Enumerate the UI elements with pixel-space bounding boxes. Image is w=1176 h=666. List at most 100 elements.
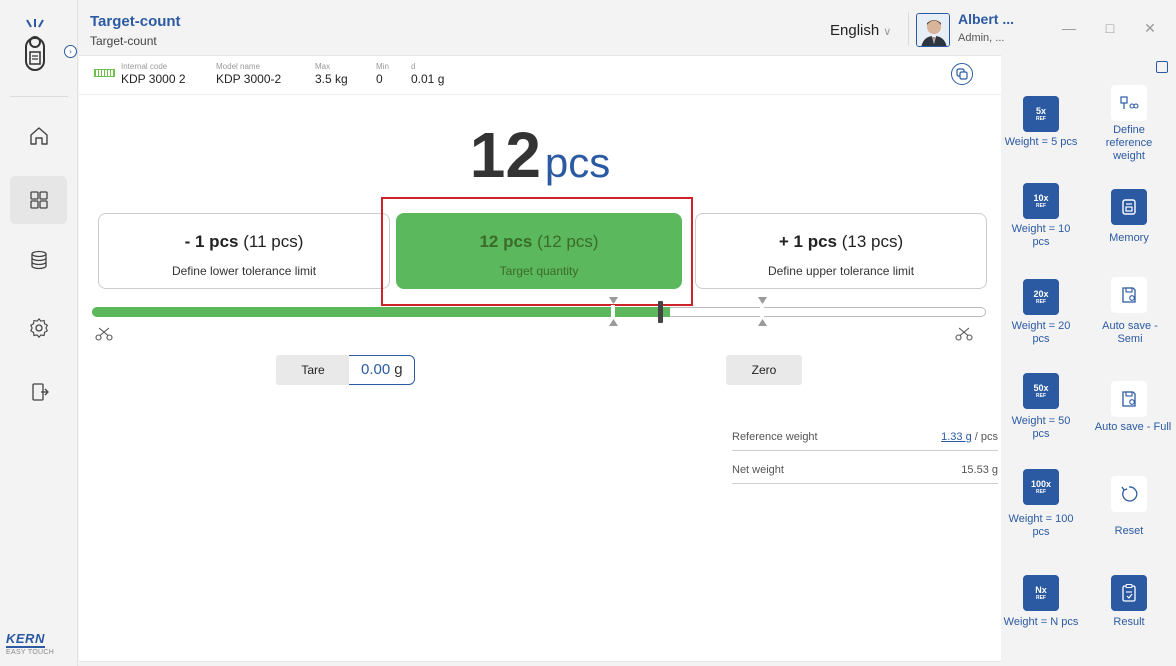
max-info: Max 3.5 kg: [315, 62, 348, 86]
d-value: 0.01 g: [411, 72, 445, 86]
define-reference-weight-button[interactable]: [1111, 85, 1147, 121]
lower-tolerance-count: (11 pcs): [243, 232, 304, 251]
zero-button[interactable]: Zero: [726, 355, 802, 385]
auto-save-full-button[interactable]: [1111, 381, 1147, 417]
tare-button[interactable]: Tare: [276, 355, 350, 385]
nav-apps[interactable]: [10, 176, 67, 224]
lower-tolerance-value: - 1 pcs: [184, 232, 239, 251]
max-value: 3.5 kg: [315, 72, 348, 86]
lower-tolerance-label: Define lower tolerance limit: [171, 264, 317, 278]
tare-input[interactable]: 0.00 g: [349, 355, 415, 385]
weight-10-pcs-button[interactable]: 10x REF: [1023, 183, 1059, 219]
net-weight-value-wrap: 15.53 g: [961, 464, 998, 476]
define-reference-weight-label: Define reference weight: [1105, 124, 1153, 162]
weight-n-pcs-label: Weight = N pcs: [1003, 616, 1079, 628]
reset-button[interactable]: [1111, 476, 1147, 512]
lower-limit-notch: [611, 305, 615, 319]
upper-tolerance-value: + 1 pcs: [778, 232, 837, 251]
maximize-button[interactable]: □: [1100, 20, 1120, 36]
weight-5-pcs-button[interactable]: 5x REF: [1023, 96, 1059, 132]
net-weight-row: Net weight 15.53 g: [732, 454, 998, 484]
reset-icon: [1121, 486, 1138, 502]
expand-sidebar-button[interactable]: ›: [64, 45, 77, 58]
reset-label: Reset: [1114, 525, 1144, 537]
nav-exit[interactable]: [10, 368, 67, 416]
auto-save-full-icon: [1122, 391, 1136, 407]
ref-label: REF: [1036, 488, 1046, 495]
ref-label: REF: [1035, 594, 1046, 601]
copy-icon: [956, 68, 968, 80]
ref-50x-badge: 50x: [1033, 382, 1049, 393]
upper-limit-marker-top: [758, 297, 767, 304]
weight-20-pcs-label: Weight = 20 pcs: [1011, 320, 1071, 345]
brand-name: KERN: [6, 631, 45, 648]
user-photo-icon: [917, 14, 949, 46]
close-button[interactable]: ✕: [1140, 20, 1160, 37]
ref-label: REF: [1036, 202, 1046, 209]
kern-logo-icon: [25, 19, 45, 71]
internal-code-value: KDP 3000 2: [121, 72, 186, 86]
auto-save-semi-label: Auto save - Semi: [1102, 320, 1158, 345]
net-weight-unit: g: [991, 464, 998, 476]
reference-weight-value-wrap[interactable]: 1.33 g / pcs: [941, 431, 998, 443]
weight-n-pcs-button[interactable]: Nx REF: [1023, 575, 1059, 611]
nav-settings[interactable]: [10, 304, 67, 352]
upper-tolerance-count: (13 pcs): [841, 232, 904, 251]
weight-50-pcs-label: Weight = 50 pcs: [1011, 415, 1071, 440]
brand-logo: KERN EASY TOUCH: [6, 630, 68, 656]
max-label: Max: [315, 62, 331, 71]
ref-100x-badge: 100x: [1030, 478, 1052, 489]
model-value: KDP 3000-2: [216, 72, 282, 86]
tare-unit: g: [394, 361, 403, 378]
reference-weight-value[interactable]: 1.33 g: [941, 431, 972, 443]
lower-tolerance-card[interactable]: - 1 pcs (11 pcs) Define lower tolerance …: [98, 213, 390, 289]
reference-weight-suffix: / pcs: [974, 431, 998, 443]
model-label: Model name: [216, 62, 261, 71]
nav-home[interactable]: [10, 112, 67, 160]
avatar[interactable]: [916, 13, 950, 47]
tolerance-bar-fill: [92, 307, 670, 317]
internal-code-info: Internal code KDP 3000 2: [121, 62, 186, 86]
auto-save-semi-icon: [1122, 287, 1136, 303]
net-weight-value: 15.53: [961, 464, 989, 476]
page-subtitle: Target-count: [90, 34, 157, 48]
weight-5-pcs-label: Weight = 5 pcs: [1004, 136, 1078, 148]
ref-label: REF: [1035, 115, 1046, 122]
weight-20-pcs-button[interactable]: 20x REF: [1023, 279, 1059, 315]
auto-save-full-label: Auto save - Full: [1094, 421, 1172, 433]
piece-count-value: 12: [469, 119, 541, 191]
highlight-box: [381, 197, 693, 306]
expand-panel-icon[interactable]: [1156, 61, 1168, 73]
upper-tolerance-card[interactable]: + 1 pcs (13 pcs) Define upper tolerance …: [695, 213, 987, 289]
piece-count-display: 12pcs: [79, 118, 1001, 192]
scale-ruler-icon: [94, 69, 115, 77]
define-reference-icon: [1120, 96, 1139, 109]
tare-value: 0.00: [361, 361, 391, 378]
user-name: Albert ...: [958, 11, 1015, 27]
weight-50-pcs-button[interactable]: 50x REF: [1023, 373, 1059, 409]
result-label: Result: [1113, 616, 1145, 628]
nav-divider: [10, 96, 68, 97]
upper-limit-marker-bottom: [758, 319, 767, 326]
net-weight-label: Net weight: [732, 464, 784, 476]
model-info: Model name KDP 3000-2: [216, 62, 281, 86]
result-button[interactable]: [1111, 575, 1147, 611]
language-label: English: [830, 22, 880, 39]
database-icon: [30, 250, 47, 270]
result-icon: [1122, 583, 1136, 602]
min-info: Min 0: [376, 62, 389, 86]
device-info-bar: Internal code KDP 3000 2 Model name KDP …: [79, 56, 1001, 95]
nav-database[interactable]: [10, 236, 67, 284]
ref-10x-badge: 10x: [1033, 192, 1049, 203]
auto-save-semi-button[interactable]: [1111, 277, 1147, 313]
scissors-icon: [955, 327, 973, 341]
memory-label: Memory: [1109, 232, 1149, 244]
copy-button[interactable]: [951, 63, 973, 85]
header-divider: [908, 12, 909, 46]
weight-100-pcs-button[interactable]: 100x REF: [1023, 469, 1059, 505]
memory-button[interactable]: [1111, 189, 1147, 225]
minimize-button[interactable]: —: [1059, 20, 1079, 36]
upper-tolerance-label: Define upper tolerance limit: [767, 264, 915, 278]
language-selector[interactable]: English ∨: [830, 22, 891, 39]
min-value: 0: [376, 72, 383, 86]
